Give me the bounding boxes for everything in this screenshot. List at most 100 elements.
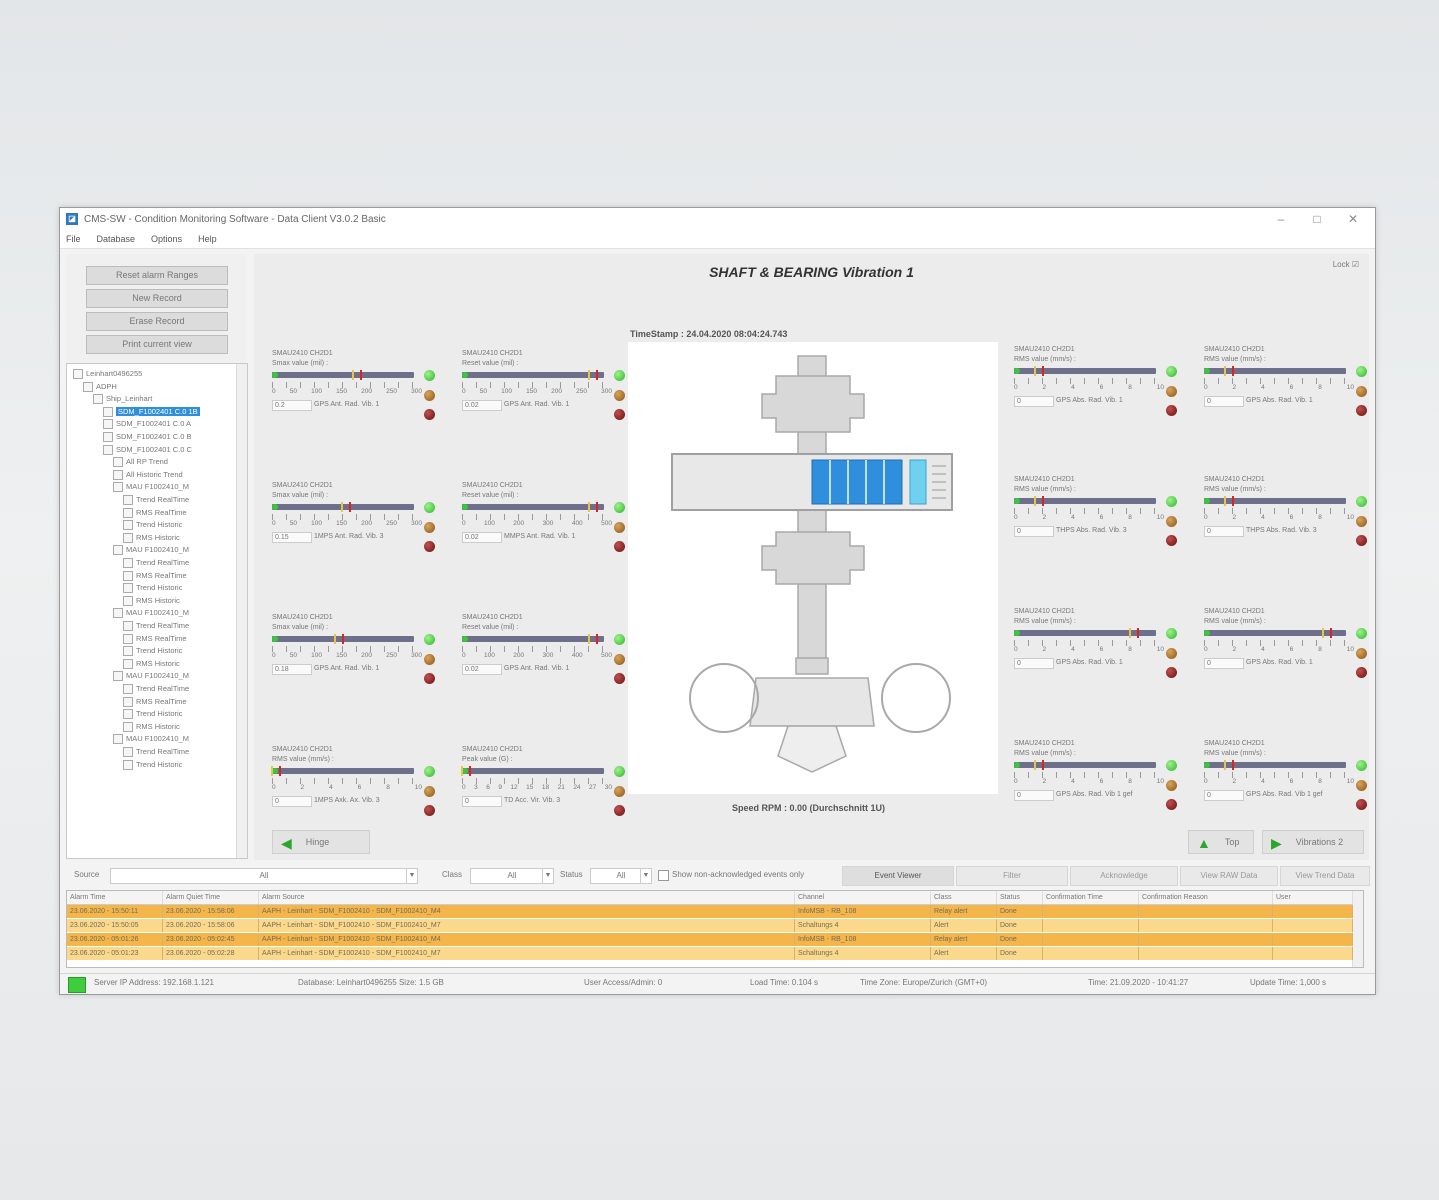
nav-back-button[interactable]: ◀ Hinge bbox=[272, 830, 370, 854]
tree-item[interactable]: RMS Historic bbox=[123, 721, 180, 733]
tree-item[interactable]: Trend Historic bbox=[123, 708, 182, 720]
acknowledge-button[interactable]: Acknowledge bbox=[1070, 866, 1178, 886]
table-scrollbar[interactable] bbox=[1352, 891, 1363, 967]
column-header[interactable]: Class bbox=[931, 891, 997, 904]
tree-item[interactable]: SDM_F1002401 C.0 B bbox=[103, 431, 191, 443]
table-row[interactable]: 23.06.2020 - 05:01:26 23.06.2020 - 05:02:… bbox=[67, 933, 1353, 946]
tree-item[interactable]: RMS RealTime bbox=[123, 696, 187, 708]
tree-item[interactable]: Trend RealTime bbox=[123, 683, 189, 695]
tree-item[interactable]: MAU F1002410_M bbox=[113, 544, 189, 556]
print-current-view-button[interactable]: Print current view bbox=[86, 335, 228, 354]
gauge-tick-label: 100 bbox=[311, 388, 322, 395]
reset-alarm-ranges-button[interactable]: Reset alarm Ranges bbox=[86, 266, 228, 285]
tree-item[interactable]: RMS RealTime bbox=[123, 633, 187, 645]
tree-item[interactable]: ADPH bbox=[83, 381, 117, 393]
warning-status-led-icon bbox=[424, 522, 435, 533]
tree-item[interactable]: MAU F1002410_M bbox=[113, 607, 189, 619]
gauge-bar bbox=[272, 370, 414, 380]
erase-record-button[interactable]: Erase Record bbox=[86, 312, 228, 331]
gauge-tick-label: 50 bbox=[289, 520, 297, 527]
tree-item[interactable]: RMS RealTime bbox=[123, 570, 187, 582]
tree-item[interactable]: MAU F1002410_M bbox=[113, 481, 189, 493]
unack-only-checkbox[interactable] bbox=[658, 870, 669, 881]
gauge-start-marker bbox=[1014, 498, 1020, 504]
tree-item[interactable]: Leinhart0496255 bbox=[73, 368, 142, 380]
vibration-gauge: SMAU2410 CH2D1 Smax value (mil) : 0 50 100 15… bbox=[272, 350, 442, 422]
menu-help[interactable]: Help bbox=[198, 234, 217, 244]
view-raw-data-button[interactable]: View RAW Data bbox=[1180, 866, 1278, 886]
source-select[interactable]: All ▼ bbox=[110, 868, 418, 884]
tree-item[interactable]: RMS Historic bbox=[123, 595, 180, 607]
tree-item[interactable]: All RP Trend bbox=[113, 456, 168, 468]
tree-item[interactable]: Trend RealTime bbox=[123, 746, 189, 758]
chart-icon bbox=[123, 684, 133, 695]
column-header[interactable]: Status bbox=[997, 891, 1043, 904]
maximize-icon[interactable]: □ bbox=[1299, 208, 1335, 230]
tree-item[interactable]: Trend RealTime bbox=[123, 557, 189, 569]
column-header[interactable]: Alarm Quiet Time bbox=[163, 891, 259, 904]
tree-item[interactable]: Trend Historic bbox=[123, 519, 182, 531]
warning-status-led-icon bbox=[614, 786, 625, 797]
chart-icon bbox=[123, 747, 133, 758]
vibration-gauge: SMAU2410 CH2D1 RMS value (mm/s) :0 2 4 6 8 10 0… bbox=[1204, 476, 1374, 548]
tree-item[interactable]: All Historic Trend bbox=[113, 469, 183, 481]
column-header[interactable]: Channel bbox=[795, 891, 931, 904]
gauge-start-marker bbox=[1204, 630, 1210, 636]
new-record-button[interactable]: New Record bbox=[86, 289, 228, 308]
gauge-value: 0.02 bbox=[462, 664, 502, 675]
gauge-start-marker bbox=[1014, 630, 1020, 636]
gauge-channel: SMAU2410 CH2D1 bbox=[1204, 346, 1265, 353]
table-cell bbox=[1139, 919, 1273, 932]
tree-item[interactable]: RMS RealTime bbox=[123, 507, 187, 519]
status-select[interactable]: All ▼ bbox=[590, 868, 652, 884]
tree-item[interactable]: MAU F1002410_M bbox=[113, 670, 189, 682]
column-header[interactable]: Alarm Source bbox=[259, 891, 795, 904]
tree-item[interactable]: SDM_F1002401 C.0 A bbox=[103, 418, 191, 430]
gauge-scale: 0 2 4 6 8 10 bbox=[1204, 384, 1354, 391]
tree-scrollbar[interactable] bbox=[236, 364, 247, 858]
tree-item[interactable]: Trend Historic bbox=[123, 645, 182, 657]
close-icon[interactable]: ✕ bbox=[1335, 208, 1371, 230]
ok-status-led-icon bbox=[1356, 366, 1367, 377]
tree-item[interactable]: RMS Historic bbox=[123, 658, 180, 670]
table-row[interactable]: 23.06.2020 - 05:01:23 23.06.2020 - 05:02:… bbox=[67, 947, 1353, 960]
event-viewer-button[interactable]: Event Viewer bbox=[842, 866, 954, 886]
tree-item[interactable]: Trend Historic bbox=[123, 582, 182, 594]
ok-status-led-icon bbox=[424, 634, 435, 645]
gauge-tick-label: 200 bbox=[551, 388, 562, 395]
table-row[interactable]: 23.06.2020 - 15:50:11 23.06.2020 - 15:58:… bbox=[67, 905, 1353, 918]
gauge-channel: SMAU2410 CH2D1 bbox=[1014, 476, 1075, 483]
menu-options[interactable]: Options bbox=[151, 234, 182, 244]
tree-item[interactable]: RMS Historic bbox=[123, 532, 180, 544]
column-header[interactable]: Confirmation Reason bbox=[1139, 891, 1273, 904]
nav-top-button[interactable]: ▲ Top bbox=[1188, 830, 1254, 854]
gauge-measure-label: RMS value (mm/s) : bbox=[1204, 750, 1266, 757]
menu-file[interactable]: File bbox=[66, 234, 81, 244]
tree-item[interactable]: Ship_Leinhart bbox=[93, 393, 152, 405]
tree-item-label: RMS Historic bbox=[136, 721, 180, 731]
alarm-status-led-icon bbox=[1166, 535, 1177, 546]
tree-item[interactable]: Trend RealTime bbox=[123, 494, 189, 506]
nav-next-label: Vibrations 2 bbox=[1295, 837, 1344, 847]
class-select[interactable]: All ▼ bbox=[470, 868, 554, 884]
filter-button[interactable]: Filter bbox=[956, 866, 1068, 886]
tree-item[interactable]: MAU F1002410_M bbox=[113, 733, 189, 745]
alarm-table[interactable]: Alarm Time Alarm Quiet Time Alarm Source Ch… bbox=[66, 890, 1364, 968]
lock-toggle[interactable]: Lock ☑ bbox=[1333, 260, 1359, 269]
tree-item[interactable]: SDM_F1002401 C.0 1B bbox=[103, 406, 200, 418]
tree-item[interactable]: Trend Historic bbox=[123, 759, 182, 771]
ok-status-led-icon bbox=[1166, 366, 1177, 377]
table-row[interactable]: 23.06.2020 - 15:50:05 23.06.2020 - 15:58:… bbox=[67, 919, 1353, 932]
column-header[interactable]: Confirmation Time bbox=[1043, 891, 1139, 904]
view-trend-data-button[interactable]: View Trend Data bbox=[1280, 866, 1370, 886]
minimize-icon[interactable]: – bbox=[1263, 208, 1299, 230]
gauge-bar bbox=[272, 502, 414, 512]
device-tree[interactable]: Leinhart0496255 ADPH Ship_Leinhart SDM_F100… bbox=[66, 363, 248, 859]
menu-database[interactable]: Database bbox=[97, 234, 136, 244]
tree-item[interactable]: SDM_F1002401 C.0 C bbox=[103, 444, 192, 456]
table-cell: 23.06.2020 - 05:01:26 bbox=[67, 933, 163, 946]
column-header[interactable]: User bbox=[1273, 891, 1353, 904]
column-header[interactable]: Alarm Time bbox=[67, 891, 163, 904]
tree-item[interactable]: Trend RealTime bbox=[123, 620, 189, 632]
nav-next-button[interactable]: ▶ Vibrations 2 bbox=[1262, 830, 1364, 854]
